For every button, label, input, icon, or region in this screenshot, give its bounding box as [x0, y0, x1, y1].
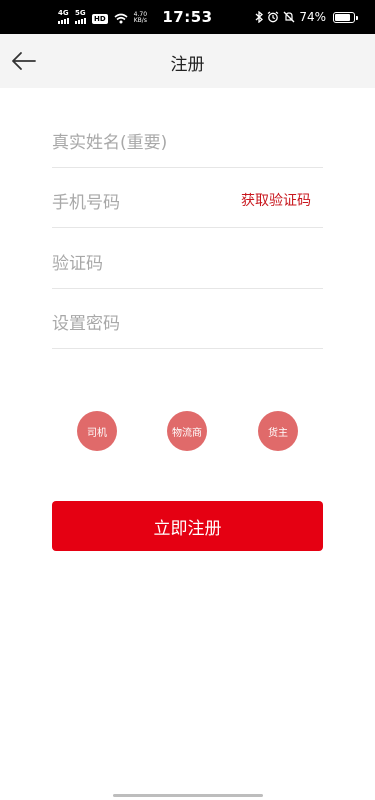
home-indicator[interactable]: [113, 794, 263, 797]
verification-code-field[interactable]: 验证码: [52, 229, 323, 289]
alarm-icon: [267, 11, 279, 23]
status-bar: 4G 5G HD 4.70 KB/s 17:53 74%: [0, 0, 375, 34]
role-shipper-button[interactable]: 货主: [258, 411, 298, 451]
password-placeholder: 设置密码: [52, 314, 120, 334]
app-header: 注册: [0, 34, 375, 88]
battery-percent: 74%: [299, 10, 326, 24]
phone-placeholder: 手机号码: [52, 193, 120, 213]
role-selector: 司机 物流商 货主: [0, 411, 375, 451]
real-name-placeholder: 真实姓名(重要): [52, 133, 168, 153]
get-code-button[interactable]: 获取验证码: [241, 190, 311, 210]
real-name-field[interactable]: 真实姓名(重要): [52, 108, 323, 168]
bluetooth-icon: [255, 11, 264, 23]
register-button[interactable]: 立即注册: [52, 501, 323, 551]
status-right: 74%: [255, 10, 358, 24]
phone-field[interactable]: 手机号码 获取验证码: [52, 168, 323, 228]
battery-icon: [333, 11, 358, 23]
role-logistics-button[interactable]: 物流商: [167, 411, 207, 451]
role-driver-button[interactable]: 司机: [77, 411, 117, 451]
page-title: 注册: [170, 55, 205, 75]
password-field[interactable]: 设置密码: [52, 289, 323, 349]
mute-icon: [283, 11, 295, 23]
verification-code-placeholder: 验证码: [52, 254, 103, 274]
